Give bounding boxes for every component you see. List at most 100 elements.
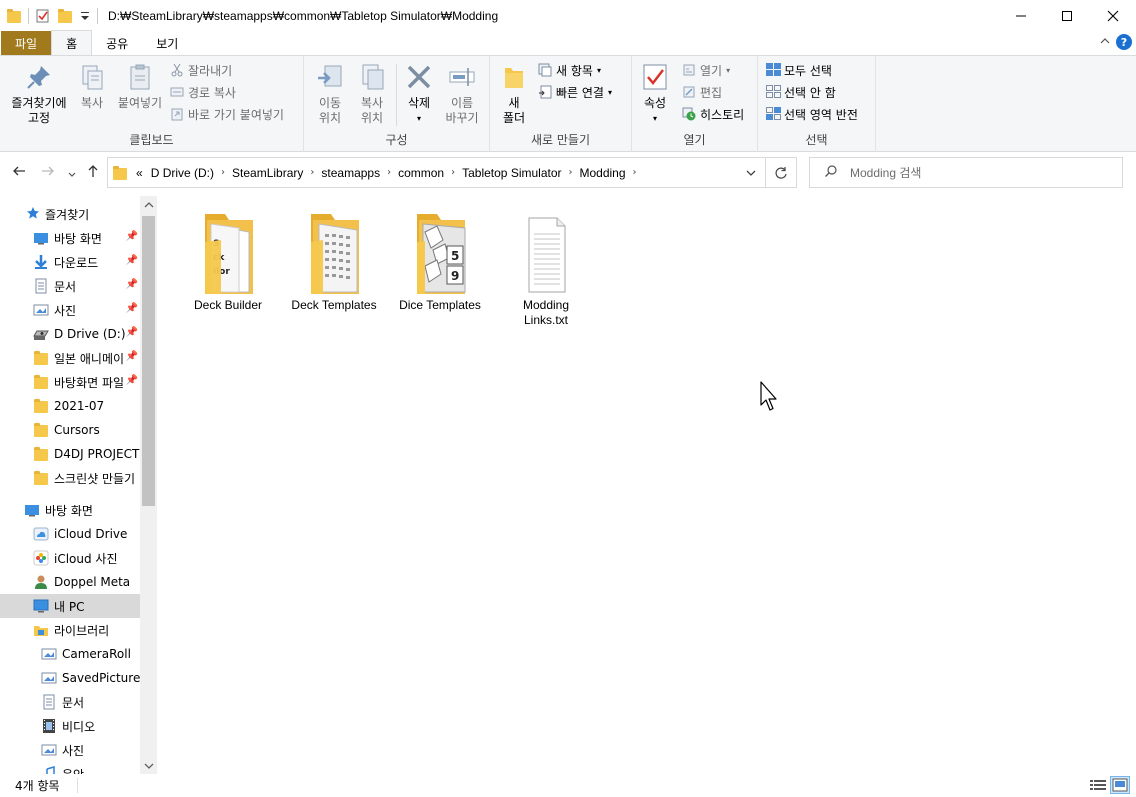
file-item-deck-builder[interactable]: S ck ilor Deck Builder	[176, 206, 280, 312]
copy-button[interactable]: 복사	[74, 62, 110, 111]
paste-button[interactable]: 붙여넣기	[114, 62, 166, 111]
properties-label: 속성	[643, 96, 667, 110]
select-all-button[interactable]: 모두 선택	[766, 60, 832, 80]
chevron-right-icon[interactable]: ›	[630, 167, 640, 178]
nav-item-libraries[interactable]: 라이브러리	[0, 618, 140, 642]
nav-item-cursors[interactable]: Cursors	[0, 418, 140, 442]
close-button[interactable]	[1090, 0, 1136, 31]
nav-item-downloads[interactable]: 다운로드 📌	[0, 250, 140, 274]
nav-desktop[interactable]: 바탕 화면	[0, 498, 140, 522]
scroll-thumb[interactable]	[142, 216, 155, 506]
file-item-dice-templates[interactable]: 5 9 Dice Templates	[388, 206, 492, 312]
breadcrumb-common[interactable]: common	[394, 166, 448, 180]
nav-item-desktop-pinned[interactable]: 바탕 화면 📌	[0, 226, 140, 250]
nav-quick-access[interactable]: 즐겨찾기	[0, 202, 140, 226]
properties-icon[interactable]	[35, 8, 51, 24]
easy-access-button[interactable]: 빠른 연결 ▾	[538, 82, 612, 102]
properties-button[interactable]: 속성 ▾	[638, 62, 672, 126]
edit-button[interactable]: 편집	[682, 82, 722, 102]
scroll-up-icon[interactable]	[140, 196, 157, 213]
details-view-button[interactable]	[1089, 777, 1107, 793]
maximize-button[interactable]	[1044, 0, 1090, 31]
copy-to-button[interactable]: 복사 위치	[352, 62, 392, 126]
nav-item-documents[interactable]: 문서 📌	[0, 274, 140, 298]
search-input[interactable]	[850, 165, 1120, 180]
move-to-button[interactable]: 이동 위치	[310, 62, 350, 126]
nav-item-library-documents[interactable]: 문서	[0, 690, 140, 714]
nav-item-savedpictures[interactable]: SavedPictures	[0, 666, 140, 690]
tab-file[interactable]: 파일	[1, 31, 52, 55]
new-item-button[interactable]: 새 항목 ▾	[538, 60, 601, 80]
nav-item-d4dj[interactable]: D4DJ PROJECT I	[0, 442, 140, 466]
nav-item-d-drive[interactable]: D Drive (D:) 📌	[0, 322, 140, 346]
drive-icon	[33, 326, 49, 342]
paste-shortcut-button[interactable]: 바로 가기 붙여넣기	[170, 104, 284, 124]
chevron-right-icon[interactable]: ›	[384, 167, 394, 178]
address-history-dropdown-icon[interactable]	[745, 167, 757, 181]
nav-scrollbar[interactable]	[140, 196, 157, 774]
properties-dropdown-icon[interactable]: ▾	[638, 111, 672, 126]
breadcrumb-d-drive[interactable]: D Drive (D:)	[147, 166, 218, 180]
file-item-deck-templates[interactable]: Deck Templates	[282, 206, 386, 312]
new-folder-icon[interactable]	[57, 8, 73, 24]
breadcrumb-overflow[interactable]: «	[128, 166, 147, 180]
open-button[interactable]: 열기 ▾	[682, 60, 730, 80]
breadcrumb-modding[interactable]: Modding	[576, 166, 630, 180]
nav-item-music[interactable]: 음악	[0, 762, 140, 774]
copy-path-button[interactable]: 경로 복사	[170, 82, 236, 102]
breadcrumb-tabletop-simulator[interactable]: Tabletop Simulator	[458, 166, 565, 180]
organize-group: 이동 위치 복사 위치 삭제 ▾ 이름 바꾸기 구성	[304, 56, 490, 152]
breadcrumb-steamapps[interactable]: steamapps	[317, 166, 384, 180]
up-button[interactable]	[86, 164, 100, 182]
tab-view[interactable]: 보기	[142, 31, 192, 55]
nav-item-library-pictures[interactable]: 사진	[0, 738, 140, 762]
address-bar[interactable]: « D Drive (D:) › SteamLibrary › steamapp…	[107, 157, 766, 188]
recent-locations-icon[interactable]	[67, 166, 77, 184]
nav-item-icloud-photos[interactable]: iCloud 사진	[0, 546, 140, 570]
refresh-button[interactable]	[766, 157, 797, 188]
chevron-right-icon[interactable]: ›	[448, 167, 458, 178]
large-icons-view-button[interactable]	[1110, 776, 1130, 794]
nav-item-desktop-files-folder[interactable]: 바탕화면 파일 📌	[0, 370, 140, 394]
nav-item-videos[interactable]: 비디오	[0, 714, 140, 738]
details-view-icon	[1090, 780, 1106, 790]
nav-item-screenshot-folder[interactable]: 스크린샷 만들기	[0, 466, 140, 490]
rename-button[interactable]: 이름 바꾸기	[440, 62, 484, 126]
select-none-button[interactable]: 선택 안 함	[766, 82, 836, 102]
pin-quick-access-button[interactable]: 즐겨찾기에 고정	[6, 62, 72, 126]
file-item-modding-links-txt[interactable]: Modding Links.txt	[494, 206, 598, 328]
pictures-icon	[41, 646, 57, 662]
file-list[interactable]: S ck ilor Deck Builder	[158, 196, 1136, 774]
nav-item-this-pc[interactable]: 내 PC	[0, 594, 140, 618]
collapse-ribbon-icon[interactable]	[1100, 37, 1110, 48]
chevron-right-icon[interactable]: ›	[566, 167, 576, 178]
breadcrumb-steamlibrary[interactable]: SteamLibrary	[228, 166, 307, 180]
tab-share[interactable]: 공유	[92, 31, 142, 55]
history-button[interactable]: 히스토리	[682, 104, 744, 124]
new-folder-button[interactable]: 새 폴더	[496, 62, 532, 126]
clipboard-group-label: 클립보드	[129, 133, 174, 147]
nav-item-doppel-meta[interactable]: Doppel Meta	[0, 570, 140, 594]
chevron-right-icon[interactable]: ›	[218, 167, 228, 178]
tab-home[interactable]: 홈	[51, 30, 93, 55]
title-bar: D:₩SteamLibrary₩steamapps₩common₩Tableto…	[0, 0, 1136, 31]
back-button[interactable]	[12, 164, 26, 182]
forward-button[interactable]	[41, 164, 55, 182]
nav-item-cameraroll[interactable]: CameraRoll	[0, 642, 140, 666]
delete-button[interactable]: 삭제 ▾	[400, 62, 438, 126]
nav-item-icloud-drive[interactable]: iCloud Drive	[0, 522, 140, 546]
cut-button[interactable]: 잘라내기	[170, 60, 232, 80]
chevron-right-icon[interactable]: ›	[307, 167, 317, 178]
nav-item-pictures[interactable]: 사진 📌	[0, 298, 140, 322]
nav-item-2021-07[interactable]: 2021-07	[0, 394, 140, 418]
delete-dropdown-icon[interactable]: ▾	[400, 111, 438, 126]
scroll-down-icon[interactable]	[140, 757, 157, 774]
music-icon	[41, 766, 57, 774]
quick-access-dropdown-icon[interactable]	[79, 8, 91, 24]
edit-label: 편집	[700, 85, 723, 100]
minimize-button[interactable]	[998, 0, 1044, 31]
help-icon[interactable]: ?	[1116, 34, 1132, 50]
nav-item-anime-folder[interactable]: 일본 애니메이 📌	[0, 346, 140, 370]
invert-selection-button[interactable]: 선택 영역 반전	[766, 104, 858, 124]
search-box[interactable]	[809, 157, 1123, 188]
